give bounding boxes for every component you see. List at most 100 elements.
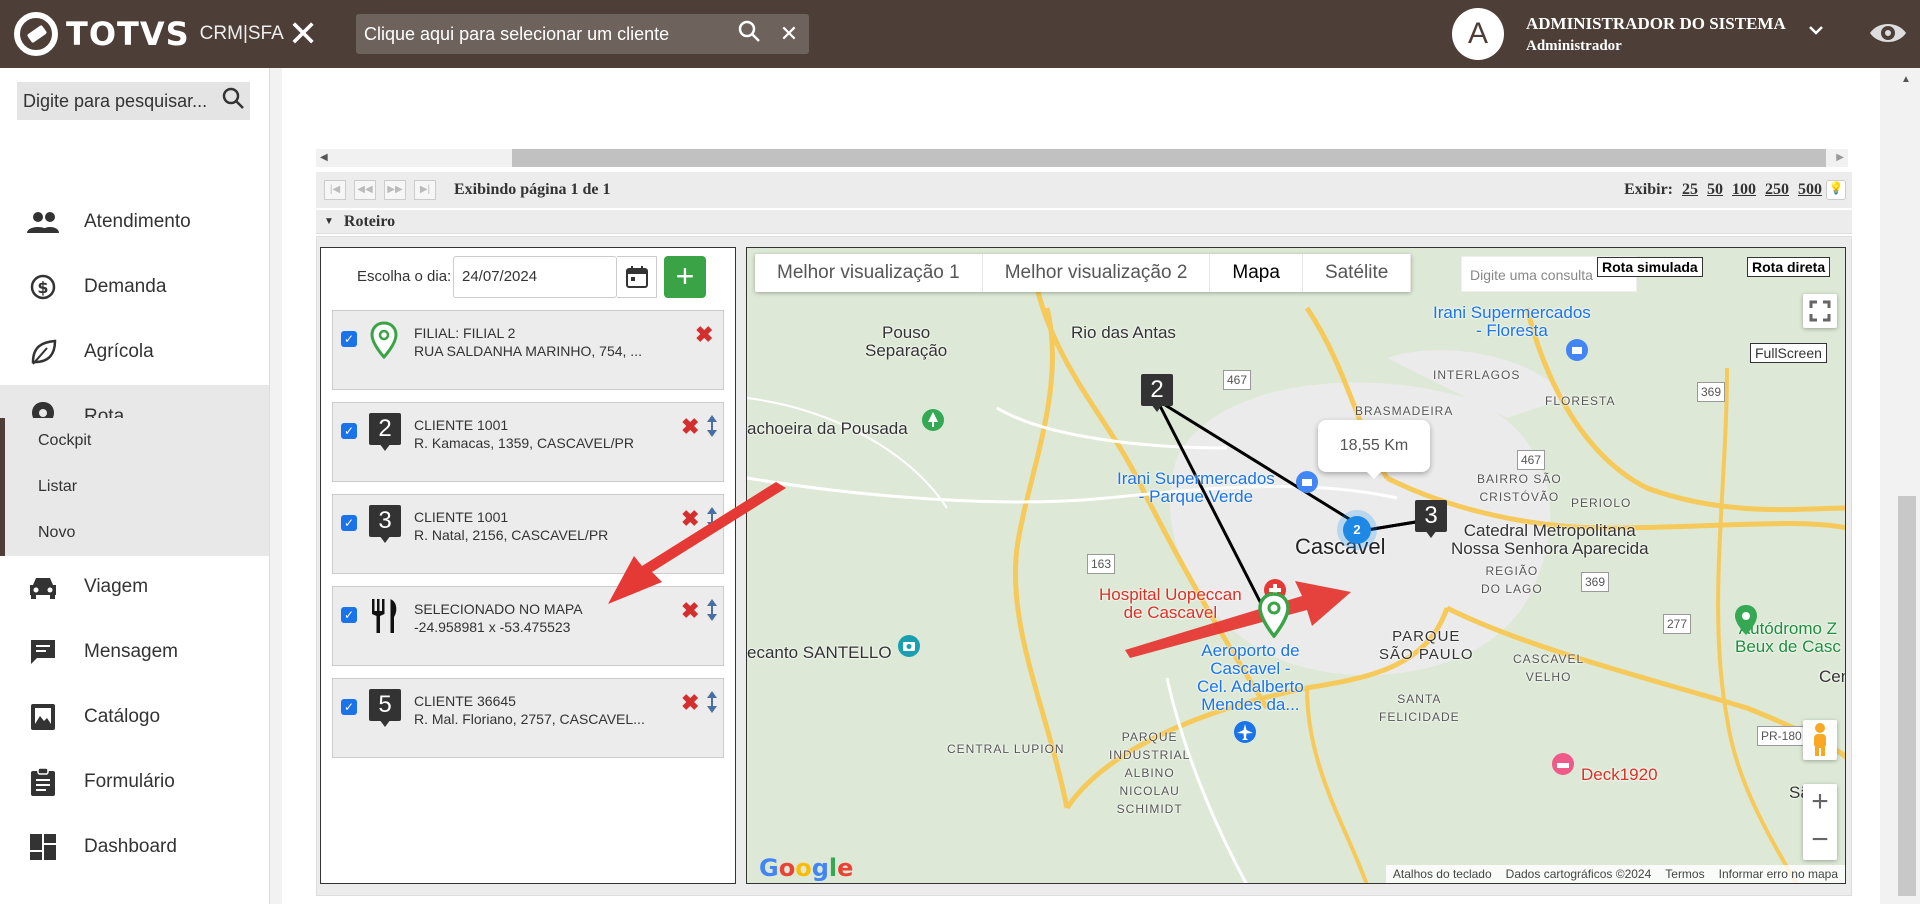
- scroll-right-icon[interactable]: ▶: [1836, 152, 1844, 163]
- sidebar-item-atendimento[interactable]: Atendimento: [0, 190, 269, 254]
- sidebar-item-label: Agrícola: [84, 341, 154, 362]
- report-error-link[interactable]: Informar erro no mapa: [1712, 867, 1845, 881]
- green-location-pin-icon[interactable]: [1257, 592, 1291, 638]
- page-size-options: Exibir: 25 50 100 250 500: [1624, 181, 1822, 199]
- last-page-button[interactable]: ▶|: [414, 180, 436, 200]
- search-icon[interactable]: [216, 86, 250, 116]
- sidebar-subitem-cockpit[interactable]: Cockpit: [0, 418, 269, 464]
- roteiro-title: Roteiro: [343, 212, 396, 230]
- search-icon[interactable]: [729, 19, 769, 49]
- fullscreen-button[interactable]: [1803, 294, 1837, 328]
- sidebar-subitem-novo[interactable]: Novo: [0, 510, 269, 556]
- google-logo[interactable]: Google: [759, 854, 853, 882]
- scroll-left-icon[interactable]: ◀: [320, 152, 328, 163]
- hotel-marker-icon[interactable]: [1551, 752, 1575, 780]
- direct-route-button[interactable]: Rota direta: [1747, 257, 1831, 277]
- page-size-option[interactable]: 50: [1707, 181, 1723, 198]
- reorder-arrows-icon[interactable]: [706, 415, 718, 437]
- vertical-scrollbar-thumb[interactable]: [1898, 496, 1916, 896]
- street-view-pegman-icon[interactable]: [1803, 720, 1837, 760]
- horizontal-scrollbar-thumb[interactable]: [512, 149, 1826, 167]
- camera-marker-icon[interactable]: [897, 634, 921, 662]
- map-place-label: Irani Supermercados - Parque Verde: [1117, 469, 1275, 506]
- terms-link[interactable]: Termos: [1658, 867, 1711, 881]
- route-marker-3[interactable]: 3: [1415, 500, 1447, 538]
- reorder-arrows-icon[interactable]: [706, 691, 718, 713]
- totvs-logo[interactable]: TOTVS CRM|SFA: [14, 12, 284, 56]
- chevron-down-icon[interactable]: [1806, 20, 1826, 46]
- first-page-button[interactable]: |◀: [324, 180, 346, 200]
- lightbulb-icon[interactable]: 💡: [1826, 180, 1846, 200]
- sidebar-subitem-listar[interactable]: Listar: [0, 464, 269, 510]
- prev-page-button[interactable]: ◀◀: [354, 180, 376, 200]
- sidebar-item-demanda[interactable]: $ Demanda: [0, 255, 269, 319]
- sidebar-item-catalogo[interactable]: Catálogo: [0, 685, 269, 749]
- keyboard-shortcuts-link[interactable]: Atalhos do teclado: [1386, 867, 1499, 881]
- route-stop-card[interactable]: ✓ FILIAL: FILIAL 2 RUA SALDANHA MARINHO,…: [332, 310, 724, 390]
- cluster-marker[interactable]: 2: [1337, 510, 1377, 550]
- delete-stop-icon[interactable]: ✖: [695, 324, 713, 346]
- airport-marker-icon[interactable]: [1233, 720, 1257, 748]
- scroll-up-icon[interactable]: ▲: [1901, 74, 1911, 85]
- date-input[interactable]: 24/07/2024: [453, 256, 617, 298]
- road-shield: 467: [1223, 370, 1252, 390]
- sidebar-item-label: Dashboard: [84, 836, 177, 857]
- page-size-option[interactable]: 250: [1765, 181, 1789, 198]
- zoom-in-button[interactable]: +: [1803, 784, 1837, 822]
- route-stop-card[interactable]: ✓ 5 CLIENTE 36645 R. Mal. Floriano, 2757…: [332, 678, 724, 758]
- tab-satellite[interactable]: Satélite: [1303, 254, 1412, 292]
- sidebar-item-viagem[interactable]: Viagem: [0, 555, 269, 619]
- marker-number: 2: [369, 413, 401, 445]
- roteiro-section-header[interactable]: ▼ Roteiro: [316, 210, 1852, 234]
- tab-best-view-2[interactable]: Melhor visualização 2: [983, 254, 1211, 292]
- page-size-option[interactable]: 100: [1732, 181, 1756, 198]
- calendar-button[interactable]: [617, 256, 657, 298]
- close-icon[interactable]: ✕: [288, 16, 318, 52]
- shopping-marker-icon[interactable]: [1565, 338, 1589, 366]
- map-place-label: Cen: [1819, 667, 1845, 686]
- delete-stop-icon[interactable]: ✖: [681, 692, 699, 714]
- eye-icon[interactable]: [1868, 18, 1908, 48]
- raceway-marker-icon[interactable]: [1733, 604, 1759, 636]
- road-shield: 467: [1517, 450, 1546, 470]
- sidebar-subitem-label: Listar: [38, 478, 78, 495]
- vertical-scrollbar[interactable]: ▲: [1894, 68, 1920, 904]
- client-selector[interactable]: Clique aqui para selecionar um cliente ✕: [356, 14, 809, 54]
- horizontal-scrollbar[interactable]: ◀ ▶: [316, 149, 1848, 167]
- tab-map[interactable]: Mapa: [1210, 254, 1303, 292]
- sidebar-item-mensagem[interactable]: Mensagem: [0, 620, 269, 684]
- sidebar-item-dashboard[interactable]: Dashboard: [0, 815, 269, 879]
- stop-checkbox[interactable]: ✓: [341, 607, 357, 623]
- next-page-button[interactable]: ▶▶: [384, 180, 406, 200]
- distance-bubble: 18,55 Km: [1318, 420, 1430, 479]
- route-marker-2[interactable]: 2: [1141, 374, 1173, 412]
- shopping-marker-icon[interactable]: [1295, 470, 1319, 498]
- add-stop-button[interactable]: +: [664, 256, 706, 298]
- park-marker-icon[interactable]: [921, 408, 945, 436]
- stop-checkbox[interactable]: ✓: [341, 515, 357, 531]
- sidebar-item-agricola[interactable]: Agrícola: [0, 320, 269, 384]
- page-size-option[interactable]: 500: [1798, 181, 1822, 198]
- fullscreen-label-button[interactable]: FullScreen: [1750, 343, 1827, 363]
- simulated-route-button[interactable]: Rota simulada: [1597, 257, 1703, 277]
- route-map[interactable]: Pouso Separação Rio das Antas Irani Super…: [746, 247, 1846, 884]
- stop-checkbox[interactable]: ✓: [341, 331, 357, 347]
- delete-stop-icon[interactable]: ✖: [681, 416, 699, 438]
- sidebar-search-input[interactable]: Digite para pesquisar...: [17, 82, 250, 120]
- stop-checkbox[interactable]: ✓: [341, 699, 357, 715]
- map-place-label: INTERLAGOS: [1433, 368, 1521, 382]
- tab-best-view-1[interactable]: Melhor visualização 1: [755, 254, 983, 292]
- user-info[interactable]: ADMINISTRADOR DO SISTEMA Administrador: [1526, 14, 1786, 55]
- stop-title: CLIENTE 36645: [414, 693, 516, 709]
- zoom-out-button[interactable]: −: [1803, 822, 1837, 860]
- clear-client-icon[interactable]: ✕: [769, 21, 809, 47]
- page-size-option[interactable]: 25: [1682, 181, 1698, 198]
- stop-checkbox[interactable]: ✓: [341, 423, 357, 439]
- collapse-triangle-icon[interactable]: ▼: [324, 216, 334, 227]
- sidebar-item-formulario[interactable]: Formulário: [0, 750, 269, 814]
- numbered-marker-icon: 3: [369, 505, 403, 545]
- map-place-label: Hospital Uopeccan de Cascavel: [1099, 585, 1242, 622]
- map-place-label: FLORESTA: [1545, 394, 1616, 408]
- avatar[interactable]: A: [1452, 8, 1504, 60]
- route-stop-card[interactable]: ✓ 2 CLIENTE 1001 R. Kamacas, 1359, CASCA…: [332, 402, 724, 482]
